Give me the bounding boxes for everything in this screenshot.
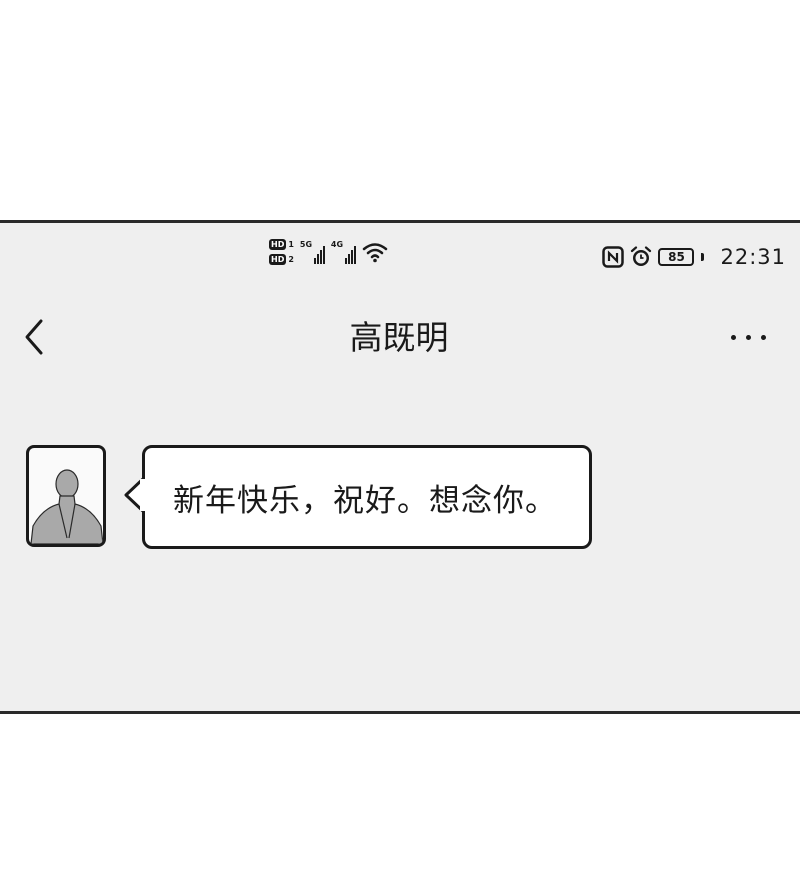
- net-type-1: 5G: [299, 240, 313, 249]
- nfc-icon: [602, 246, 625, 268]
- battery-icon: 85: [658, 248, 695, 266]
- battery-level: 85: [668, 250, 685, 264]
- sim1-hd: HD 1: [269, 239, 294, 250]
- person-silhouette-icon: [30, 469, 103, 544]
- hd-indicators: HD 1 HD 2: [269, 239, 294, 265]
- sim2-hd: HD 2: [269, 254, 294, 265]
- cellular-signal-2-icon: 4G: [331, 240, 356, 264]
- chat-title: 高既明: [349, 318, 449, 357]
- status-bar: HD 1 HD 2 5G 4G 85 22:31: [0, 223, 800, 283]
- signal-group: HD 1 HD 2 5G 4G: [269, 239, 388, 265]
- chat-screen: HD 1 HD 2 5G 4G 85 22:31 高既明 新年快乐，祝好。想念你…: [0, 220, 800, 714]
- net-type-2: 4G: [330, 240, 344, 249]
- message-text: 新年快乐，祝好。想念你。: [173, 482, 557, 519]
- status-right: 85 22:31: [602, 245, 786, 269]
- cellular-signal-1-icon: 5G: [300, 240, 325, 264]
- bubble-tail-mask: [140, 479, 146, 511]
- battery-tip: [701, 253, 705, 261]
- wifi-icon: [362, 243, 388, 263]
- hd-sim-2: 2: [288, 255, 294, 264]
- avatar[interactable]: [26, 445, 106, 547]
- message-bubble[interactable]: 新年快乐，祝好。想念你。: [142, 445, 592, 549]
- more-horizontal-icon[interactable]: [731, 335, 766, 340]
- alarm-icon: [631, 246, 652, 266]
- hd-sim-1: 1: [288, 240, 294, 249]
- clock: 22:31: [720, 245, 786, 269]
- hd-badge-2: HD: [269, 254, 287, 265]
- hd-badge-1: HD: [269, 239, 287, 250]
